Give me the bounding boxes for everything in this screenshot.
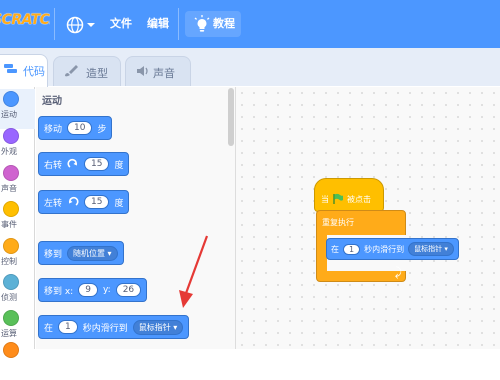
- category-looks[interactable]: 外观: [0, 126, 35, 166]
- block-label: 秒内滑行到: [364, 244, 405, 254]
- block-go-to-xy[interactable]: 移到 x: 9 y: 26: [38, 278, 148, 302]
- category-motion[interactable]: 运动: [0, 89, 35, 129]
- y-input[interactable]: 26: [115, 283, 142, 297]
- goto-target-dropdown[interactable]: 随机位置 ▾: [67, 245, 118, 261]
- menu-divider: [54, 8, 55, 40]
- category-sensing[interactable]: 侦测: [0, 272, 35, 312]
- rotate-left-icon: [69, 196, 79, 206]
- category-events[interactable]: 事件: [0, 199, 35, 239]
- degrees-input[interactable]: 15: [84, 195, 110, 209]
- degrees-input[interactable]: 15: [84, 157, 110, 171]
- tab-costumes[interactable]: 造型: [53, 56, 121, 86]
- speaker-icon: [137, 66, 148, 76]
- category-sound[interactable]: 声音: [0, 163, 35, 203]
- category-variables[interactable]: [0, 340, 35, 380]
- menu-edit[interactable]: 编辑: [147, 15, 169, 31]
- category-dot: [3, 201, 19, 217]
- category-dot: [3, 91, 19, 107]
- category-dot: [3, 128, 19, 144]
- tab-code-label: 代码: [23, 65, 45, 78]
- category-dot: [3, 274, 19, 290]
- scratch-logo[interactable]: SCRATCH: [0, 12, 50, 34]
- block-label: 在: [44, 323, 54, 334]
- block-when-flag-clicked[interactable]: 当 被点击: [314, 178, 384, 212]
- block-turn-right[interactable]: 右转 15 度: [38, 152, 130, 176]
- block-label: 左转: [44, 198, 63, 209]
- steps-input[interactable]: 10: [67, 121, 93, 135]
- category-label: 外观: [1, 147, 17, 156]
- category-dot: [3, 342, 19, 358]
- block-glide-script[interactable]: 在 1 秒内滑行到 鼠标指针 ▾: [326, 238, 459, 260]
- green-flag-icon: [333, 193, 343, 204]
- block-label: 移到: [44, 249, 63, 260]
- block-label: 移动: [44, 124, 63, 135]
- glide-target-dropdown[interactable]: 鼠标指针 ▾: [408, 242, 454, 256]
- block-label: 重复执行: [322, 218, 354, 227]
- annotation-arrow: [179, 235, 209, 308]
- seconds-input[interactable]: 1: [343, 243, 361, 255]
- tab-costumes-label: 造型: [86, 67, 108, 80]
- block-label: 度: [114, 198, 124, 209]
- seconds-input[interactable]: 1: [58, 320, 78, 334]
- category-label: 运动: [1, 110, 17, 119]
- block-label: 当: [321, 194, 329, 204]
- globe-icon: [66, 16, 95, 34]
- brush-icon: [65, 65, 78, 77]
- menu-divider: [178, 8, 179, 40]
- tab-sounds-label: 声音: [153, 67, 175, 80]
- block-label: 被点击: [347, 194, 371, 204]
- block-label: 度: [114, 160, 124, 171]
- category-menu: 运动 外观 声音 事件 控制 侦测 运算: [0, 87, 35, 358]
- menu-file[interactable]: 文件: [110, 15, 132, 31]
- block-label: 步: [97, 124, 107, 135]
- block-glide[interactable]: 在 1 秒内滑行到 鼠标指针 ▾: [38, 315, 190, 339]
- block-move-steps[interactable]: 移动 10 步: [38, 116, 113, 140]
- palette-section-title: 运动: [42, 96, 62, 107]
- x-input[interactable]: 9: [78, 283, 98, 297]
- code-icon: [4, 64, 17, 73]
- lightbulb-icon: [194, 15, 210, 32]
- category-label: 运算: [1, 329, 17, 338]
- glide-target-dropdown[interactable]: 鼠标指针 ▾: [132, 319, 184, 335]
- block-label: y:: [102, 285, 111, 295]
- category-dot: [3, 165, 19, 181]
- category-label: 侦测: [1, 293, 17, 302]
- tab-sounds[interactable]: 声音: [125, 56, 191, 86]
- category-dot: [3, 238, 19, 254]
- category-label: 声音: [1, 184, 17, 193]
- loop-arrow-icon: ⤸: [394, 265, 402, 279]
- block-turn-left[interactable]: 左转 15 度: [38, 190, 130, 214]
- tutorials-label: 教程: [213, 17, 235, 30]
- language-menu[interactable]: [66, 15, 96, 35]
- rotate-right-icon: [67, 158, 78, 168]
- category-label: 事件: [1, 220, 17, 229]
- category-control[interactable]: 控制: [0, 236, 35, 276]
- block-label: 移到 x:: [44, 286, 74, 297]
- block-label: 右转: [44, 160, 63, 171]
- block-label: 秒内滑行到: [82, 323, 128, 334]
- palette-scrollbar[interactable]: [228, 88, 234, 146]
- tab-code[interactable]: 代码: [0, 54, 48, 87]
- tutorials-button[interactable]: 教程: [185, 11, 241, 37]
- block-go-to[interactable]: 移到 随机位置 ▾: [38, 241, 124, 265]
- block-label: 在: [331, 244, 339, 254]
- category-dot: [3, 310, 19, 326]
- category-label: 控制: [1, 257, 17, 266]
